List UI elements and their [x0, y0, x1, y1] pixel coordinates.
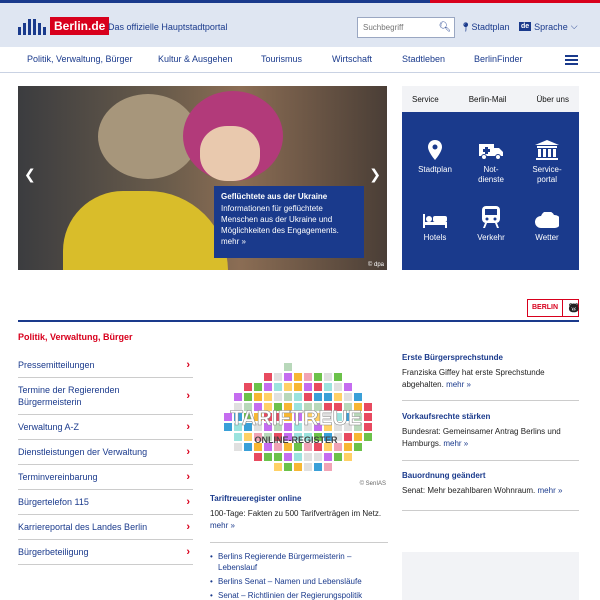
nav-item-stadtleben[interactable]: Stadtleben	[402, 54, 445, 64]
section-title[interactable]: Politik, Verwaltung, Bürger	[18, 332, 133, 342]
search-icon[interactable]: 🔍︎	[436, 22, 454, 33]
divider	[402, 460, 579, 461]
tariftreue-text: 100-Tage: Fakten zu 500 Tarifverträgen i…	[210, 509, 382, 530]
main-nav: Politik, Verwaltung, Bürger Kultur & Aus…	[0, 47, 600, 73]
tab-berlin-mail[interactable]: Berlin-Mail	[469, 95, 507, 104]
tariftreue-more-link[interactable]: mehr »	[210, 521, 235, 530]
senate-link-list: Berlins Regierende Bürgermeisterin – Leb…	[210, 551, 388, 600]
divider	[402, 510, 579, 511]
teaser-box[interactable]	[402, 552, 579, 600]
nav-item-politik[interactable]: Politik, Verwaltung, Bürger	[27, 54, 133, 64]
tariftreue-map-graphic: TARIFTREUE ONLINE-REGISTER	[224, 363, 372, 471]
ambulance-icon	[462, 138, 520, 160]
service-verkehr[interactable]: Verkehr	[462, 206, 520, 243]
list-item[interactable]: Bürgertelefon 115 ›	[18, 490, 193, 515]
service-stadtplan[interactable]: Stadtplan	[406, 138, 464, 175]
hero-more-link[interactable]: mehr »	[221, 237, 246, 246]
logo-bars-icon	[18, 17, 48, 35]
hero-credit: © dpa	[367, 262, 384, 268]
hero-carousel[interactable]: ❮ ❯ Geflüchtete aus der Ukraine Informat…	[18, 86, 387, 270]
nav-item-berlinfinder[interactable]: BerlinFinder	[474, 54, 523, 64]
list-item[interactable]: Berlins Senat – Namen und Lebensläufe	[210, 576, 388, 587]
list-item[interactable]: Verwaltung A-Z ›	[18, 415, 193, 440]
carousel-prev-icon[interactable]: ❮	[24, 166, 36, 183]
chevron-right-icon: ›	[186, 521, 190, 533]
cloud-icon	[518, 206, 576, 228]
chevron-right-icon: ›	[186, 390, 190, 402]
chevron-right-icon: ›	[186, 471, 190, 483]
service-wetter[interactable]: Wetter	[518, 206, 576, 243]
search-input[interactable]	[358, 23, 436, 32]
service-serviceportal[interactable]: Service-portal	[518, 138, 576, 185]
logo-wordmark: Berlin.de	[50, 17, 110, 35]
image-credit: © SenIAS	[359, 481, 386, 487]
language-badge: de	[519, 22, 532, 31]
bear-icon: 🐻︎	[568, 302, 580, 313]
list-item[interactable]: Terminvereinbarung ›	[18, 465, 193, 490]
list-item[interactable]: Berlins Regierende Bürgermeisterin – Leb…	[210, 551, 388, 573]
menu-icon[interactable]	[565, 55, 578, 65]
list-item[interactable]: Termine der Regierenden Bürgermeisterin ›	[18, 378, 193, 415]
language-label: Sprache	[534, 21, 568, 32]
service-hotels[interactable]: Hotels	[406, 206, 464, 243]
train-icon	[462, 206, 520, 228]
chevron-right-icon: ›	[186, 546, 190, 558]
chevron-right-icon: ›	[186, 359, 190, 371]
hero-caption[interactable]: Geflüchtete aus der Ukraine Informatione…	[214, 186, 364, 258]
tariftreue-image[interactable]: TARIFTREUE ONLINE-REGISTER © SenIAS	[210, 355, 388, 488]
tariftreue-title[interactable]: Tariftreueregister online	[210, 494, 301, 503]
search-box: 🔍︎	[357, 17, 455, 38]
svg-text:TARIFTREUE: TARIFTREUE	[230, 407, 361, 430]
politik-link-list: Pressemitteilungen › Termine der Regieren…	[18, 353, 193, 565]
chevron-right-icon: ›	[186, 446, 190, 458]
hero-text: Informationen für geflüchtete Menschen a…	[221, 204, 339, 246]
tab-ueber-uns[interactable]: Über uns	[537, 95, 569, 104]
divider	[210, 542, 388, 543]
bed-icon	[406, 206, 464, 228]
map-pin-small-icon: 📍︎	[460, 22, 472, 32]
news-item[interactable]: Erste Bürgersprechstunde Franziska Giffe…	[402, 353, 579, 391]
news-item[interactable]: Vorkaufsrechte stärken Bundesrat: Gemein…	[402, 412, 579, 450]
top-header: Berlin.de Das offizielle Hauptstadtporta…	[0, 0, 600, 47]
service-panel: Stadtplan Not-dienste Service-portal Hot…	[402, 112, 579, 270]
list-item[interactable]: Senat – Richtlinien der Regierungspoliti…	[210, 590, 388, 600]
stadtplan-link[interactable]: 📍︎Stadtplan	[460, 22, 509, 33]
hero-title: Geflüchtete aus der Ukraine	[221, 192, 328, 201]
list-item[interactable]: Karriereportal des Landes Berlin ›	[18, 515, 193, 540]
nav-item-kultur[interactable]: Kultur & Ausgehen	[158, 54, 233, 64]
chevron-right-icon: ›	[186, 421, 190, 433]
list-item[interactable]: Bürgerbeteiligung ›	[18, 540, 193, 565]
building-icon	[518, 138, 576, 160]
berlin-logo[interactable]: Berlin.de	[18, 15, 110, 37]
nav-item-wirtschaft[interactable]: Wirtschaft	[332, 54, 372, 64]
chevron-right-icon: ›	[186, 496, 190, 508]
site-tagline: Das offizielle Hauptstadtportal	[108, 22, 228, 32]
news-item[interactable]: Bauordnung geändert Senat: Mehr bezahlba…	[402, 471, 579, 497]
chevron-down-icon: ⌵	[570, 21, 578, 31]
carousel-next-icon[interactable]: ❯	[369, 166, 381, 183]
tab-service[interactable]: Service	[412, 95, 439, 104]
list-item[interactable]: Dienstleistungen der Verwaltung ›	[18, 440, 193, 465]
nav-item-tourismus[interactable]: Tourismus	[261, 54, 302, 64]
list-item[interactable]: Pressemitteilungen ›	[18, 353, 193, 378]
service-notdienste[interactable]: Not-dienste	[462, 138, 520, 185]
divider	[402, 400, 579, 401]
map-pin-icon	[406, 138, 464, 160]
language-selector[interactable]: de Sprache ⌵	[519, 21, 578, 32]
svg-text:ONLINE-REGISTER: ONLINE-REGISTER	[254, 435, 338, 445]
service-tabs: Service Berlin-Mail Über uns	[402, 86, 579, 112]
hero-image-face	[200, 126, 260, 181]
section-divider	[18, 320, 579, 322]
berlin-bear-badge[interactable]: BERLIN 🐻︎	[527, 299, 580, 317]
